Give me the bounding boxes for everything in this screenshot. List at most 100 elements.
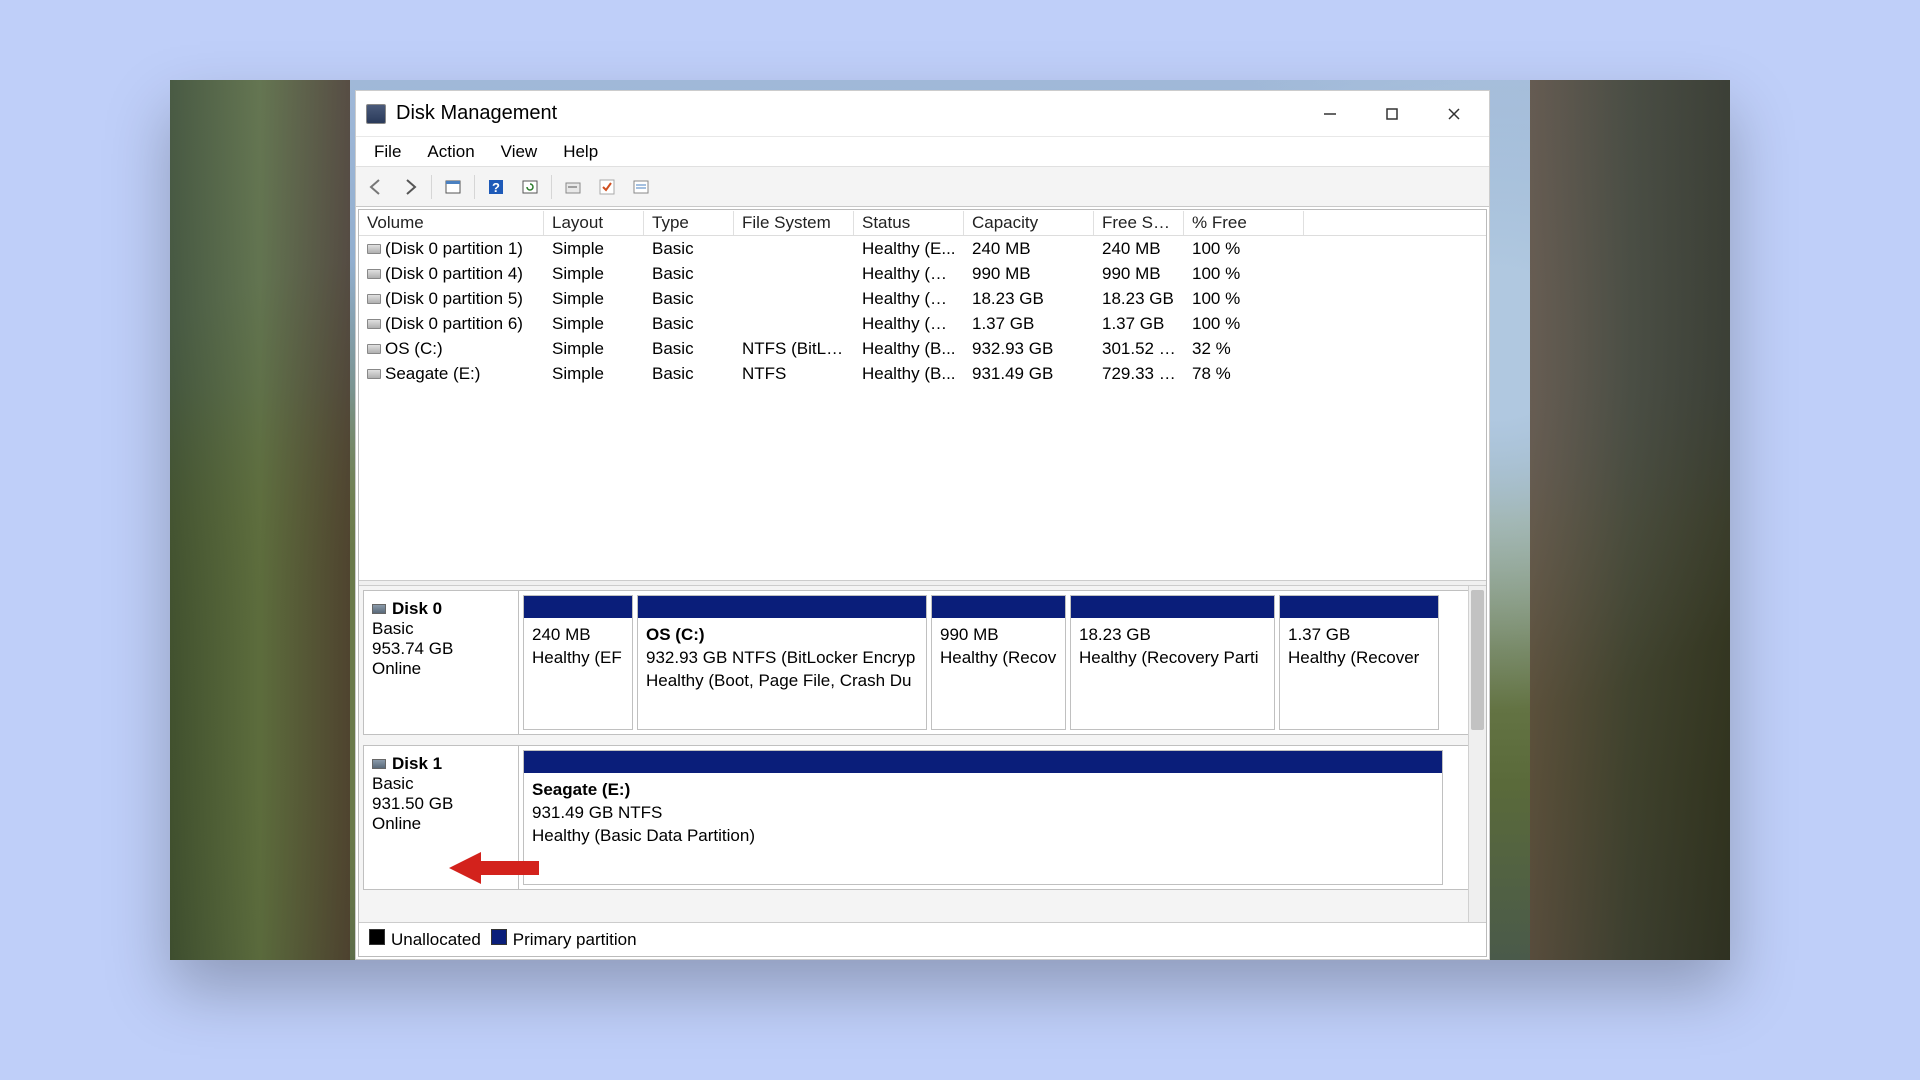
cell-status: Healthy (E... (854, 239, 964, 259)
partition[interactable]: OS (C:)932.93 GB NTFS (BitLocker EncrypH… (637, 595, 927, 730)
list-button[interactable] (625, 172, 657, 202)
cell-free: 1.37 GB (1094, 314, 1184, 334)
cell-type: Basic (644, 339, 734, 359)
menu-action[interactable]: Action (415, 138, 486, 166)
partition[interactable]: Seagate (E:)931.49 GB NTFSHealthy (Basic… (523, 750, 1443, 885)
vertical-scrollbar[interactable] (1468, 586, 1486, 922)
volume-row[interactable]: (Disk 0 partition 5)SimpleBasicHealthy (… (359, 286, 1486, 311)
cell-type: Basic (644, 314, 734, 334)
cell-status: Healthy (R... (854, 314, 964, 334)
scrollbar-thumb[interactable] (1471, 590, 1484, 730)
disk-status: Online (372, 814, 510, 834)
cell-percent: 100 % (1184, 314, 1304, 334)
cell-status: Healthy (B... (854, 364, 964, 384)
refresh-icon (520, 177, 540, 197)
show-hide-tree-button[interactable] (437, 172, 469, 202)
toolbar-separator (474, 175, 475, 199)
disk-graphic-pane[interactable]: Disk 0Basic953.74 GBOnline240 MBHealthy … (359, 586, 1486, 956)
disk-row[interactable]: Disk 0Basic953.74 GBOnline240 MBHealthy … (363, 590, 1470, 735)
disk-partitions: Seagate (E:)931.49 GB NTFSHealthy (Basic… (519, 746, 1469, 889)
partition-stripe (1280, 596, 1438, 618)
volume-row[interactable]: (Disk 0 partition 4)SimpleBasicHealthy (… (359, 261, 1486, 286)
partition[interactable]: 240 MBHealthy (EF (523, 595, 633, 730)
volume-row[interactable]: OS (C:)SimpleBasicNTFS (BitLo...Healthy … (359, 336, 1486, 361)
volume-icon (367, 269, 381, 279)
disk-icon (372, 759, 386, 769)
cell-capacity: 240 MB (964, 239, 1094, 259)
cell-free: 729.33 GB (1094, 364, 1184, 384)
disk-size: 953.74 GB (372, 639, 510, 659)
help-icon: ? (486, 177, 506, 197)
forward-button[interactable] (394, 172, 426, 202)
col-percent-free[interactable]: % Free (1184, 211, 1304, 235)
unallocated-swatch (369, 929, 385, 945)
disk-info[interactable]: Disk 1Basic931.50 GBOnline (364, 746, 519, 889)
close-button[interactable] (1423, 91, 1485, 137)
volume-row[interactable]: (Disk 0 partition 1)SimpleBasicHealthy (… (359, 236, 1486, 261)
cell-layout: Simple (544, 364, 644, 384)
cell-percent: 32 % (1184, 339, 1304, 359)
col-status[interactable]: Status (854, 211, 964, 235)
col-type[interactable]: Type (644, 211, 734, 235)
close-icon (1447, 107, 1461, 121)
cell-layout: Simple (544, 289, 644, 309)
action-button[interactable] (591, 172, 623, 202)
volume-icon (367, 294, 381, 304)
toolbar-separator (551, 175, 552, 199)
back-button[interactable] (360, 172, 392, 202)
list-icon (631, 177, 651, 197)
menu-view[interactable]: View (489, 138, 550, 166)
volume-list-pane[interactable]: Volume Layout Type File System Status Ca… (359, 210, 1486, 580)
minimize-button[interactable] (1299, 91, 1361, 137)
table-header: Volume Layout Type File System Status Ca… (359, 210, 1486, 236)
window-title: Disk Management (396, 102, 557, 125)
disk-info[interactable]: Disk 0Basic953.74 GBOnline (364, 591, 519, 734)
volume-row[interactable]: Seagate (E:)SimpleBasicNTFSHealthy (B...… (359, 361, 1486, 386)
col-volume[interactable]: Volume (359, 211, 544, 235)
partition[interactable]: 990 MBHealthy (Recov (931, 595, 1066, 730)
partition-size: 240 MB (532, 624, 624, 647)
volume-row[interactable]: (Disk 0 partition 6)SimpleBasicHealthy (… (359, 311, 1486, 336)
menubar: File Action View Help (356, 137, 1489, 167)
disk-status: Online (372, 659, 510, 679)
cell-layout: Simple (544, 239, 644, 259)
disk-row[interactable]: Disk 1Basic931.50 GBOnlineSeagate (E:)93… (363, 745, 1470, 890)
cell-type: Basic (644, 264, 734, 284)
col-capacity[interactable]: Capacity (964, 211, 1094, 235)
partition-size: 1.37 GB (1288, 624, 1430, 647)
settings-button[interactable] (557, 172, 589, 202)
cell-status: Healthy (B... (854, 339, 964, 359)
primary-swatch (491, 929, 507, 945)
partition-name: OS (C:) (646, 624, 918, 647)
legend: Unallocated Primary partition (359, 922, 1486, 956)
partition[interactable]: 1.37 GBHealthy (Recover (1279, 595, 1439, 730)
refresh-button[interactable] (514, 172, 546, 202)
check-icon (597, 177, 617, 197)
titlebar[interactable]: Disk Management (356, 91, 1489, 137)
cell-free: 18.23 GB (1094, 289, 1184, 309)
menu-help[interactable]: Help (551, 138, 610, 166)
disk-name: Disk 0 (392, 599, 442, 618)
cell-type: Basic (644, 289, 734, 309)
volume-name: Seagate (E:) (385, 364, 480, 383)
disk-size: 931.50 GB (372, 794, 510, 814)
partition-stripe (524, 751, 1442, 773)
partition-size: 931.49 GB NTFS (532, 802, 1434, 825)
volume-table-body: (Disk 0 partition 1)SimpleBasicHealthy (… (359, 236, 1486, 386)
menu-file[interactable]: File (362, 138, 413, 166)
cell-layout: Simple (544, 264, 644, 284)
maximize-button[interactable] (1361, 91, 1423, 137)
col-layout[interactable]: Layout (544, 211, 644, 235)
partition-name: Seagate (E:) (532, 779, 1434, 802)
disk-icon (372, 604, 386, 614)
partition[interactable]: 18.23 GBHealthy (Recovery Parti (1070, 595, 1275, 730)
toolbar-separator (431, 175, 432, 199)
volume-icon (367, 244, 381, 254)
partition-stripe (638, 596, 926, 618)
col-filesystem[interactable]: File System (734, 211, 854, 235)
wallpaper-detail (1530, 80, 1730, 960)
partition-size: 990 MB (940, 624, 1057, 647)
col-free-space[interactable]: Free Sp... (1094, 211, 1184, 235)
help-button[interactable]: ? (480, 172, 512, 202)
svg-text:?: ? (492, 180, 500, 195)
